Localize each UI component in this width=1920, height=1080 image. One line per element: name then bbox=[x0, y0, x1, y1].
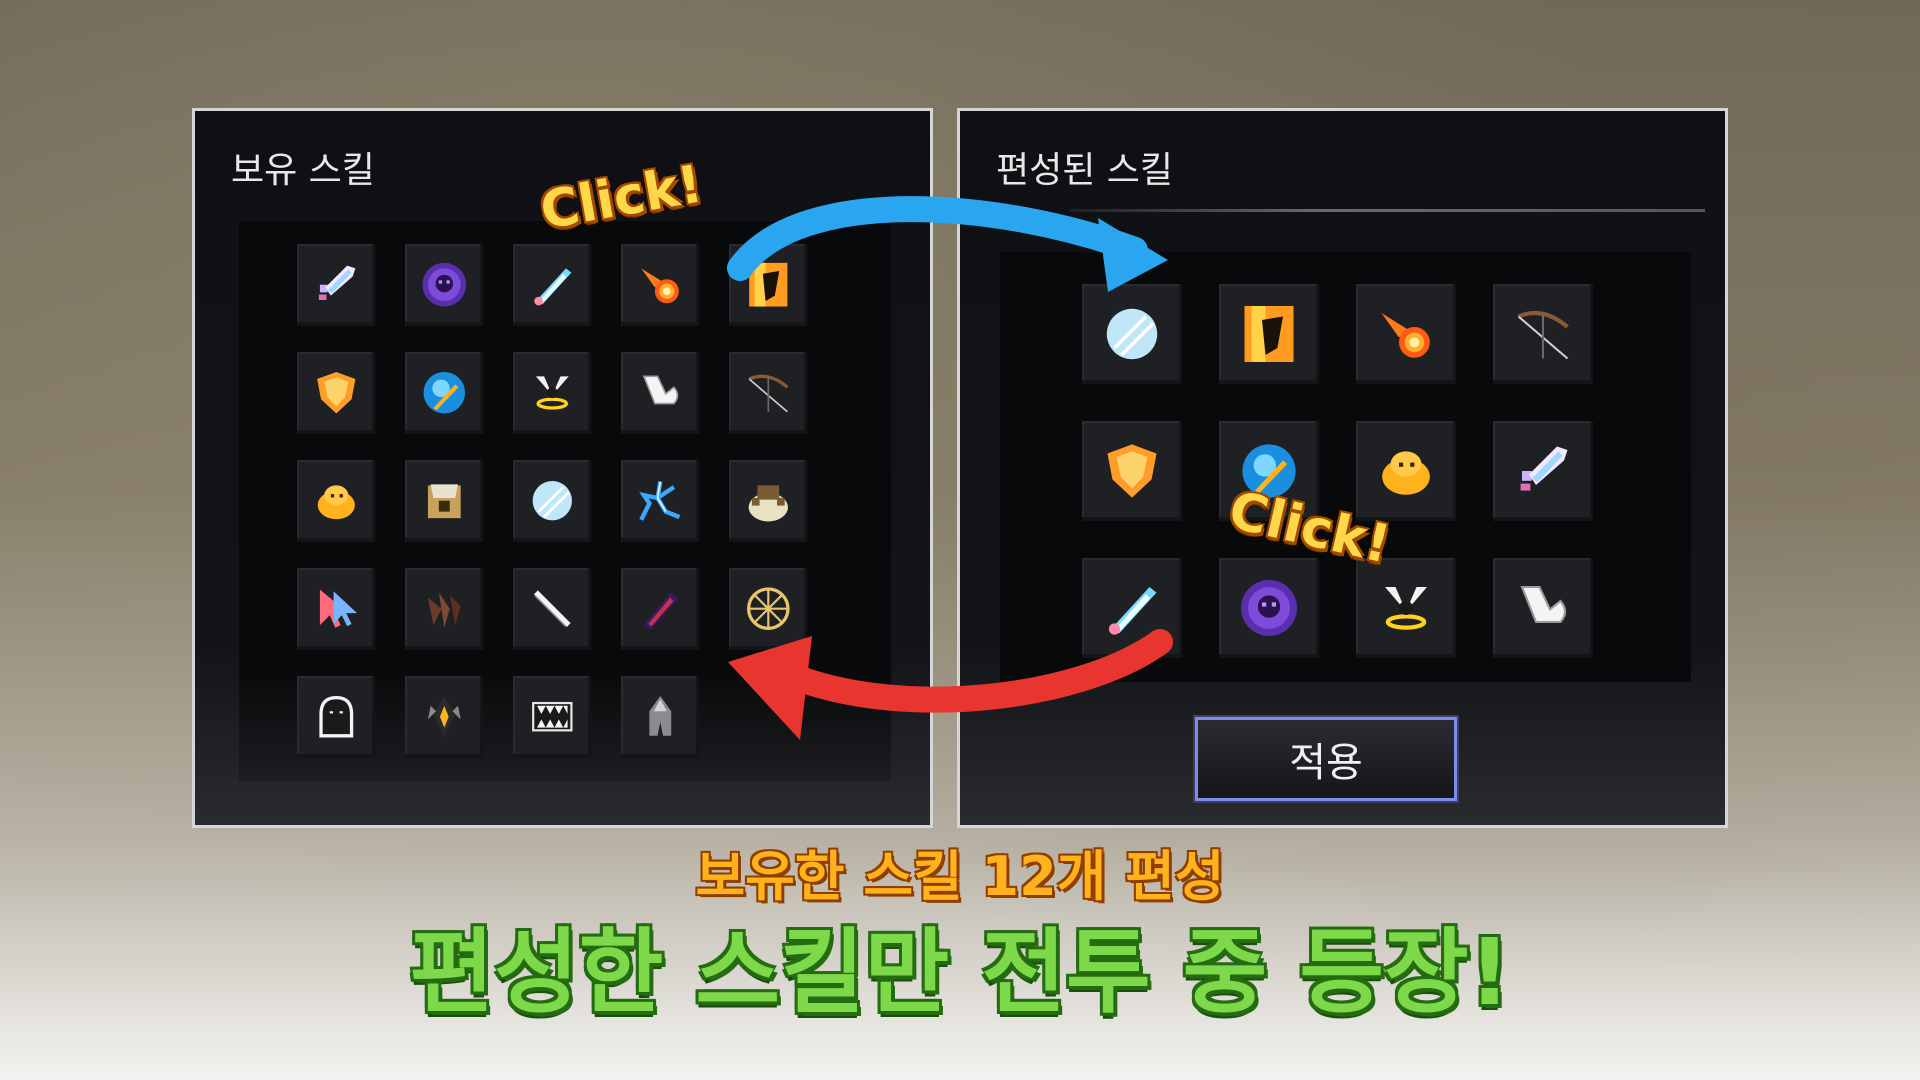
skill-slot[interactable] bbox=[621, 352, 699, 434]
teeth-jaw-icon bbox=[513, 676, 591, 758]
purple-skull-orb-icon bbox=[405, 244, 483, 326]
ghost-outline-icon bbox=[297, 676, 375, 758]
golden-wheel-icon bbox=[729, 568, 807, 650]
skill-slot[interactable] bbox=[405, 352, 483, 434]
apply-button[interactable]: 적용 bbox=[1193, 715, 1459, 803]
skill-slot[interactable] bbox=[621, 244, 699, 326]
skill-slot[interactable] bbox=[297, 244, 375, 326]
skill-slot[interactable] bbox=[513, 676, 591, 758]
skill-slot[interactable] bbox=[1219, 558, 1319, 658]
skill-slot[interactable] bbox=[297, 568, 375, 650]
skill-slot[interactable] bbox=[729, 460, 807, 542]
skill-slot[interactable] bbox=[1493, 421, 1593, 521]
skill-slot[interactable] bbox=[297, 352, 375, 434]
dark-crystal-icon bbox=[621, 568, 699, 650]
golden-blob-icon bbox=[297, 460, 375, 542]
flexed-arm-icon bbox=[621, 352, 699, 434]
skill-slot[interactable] bbox=[405, 244, 483, 326]
skill-slot[interactable] bbox=[1493, 284, 1593, 384]
skill-slot[interactable] bbox=[1082, 421, 1182, 521]
formed-skills-title: 편성된 스킬 bbox=[996, 150, 1174, 191]
owned-skills-title: 보유 스킬 bbox=[231, 150, 375, 191]
skill-slot[interactable] bbox=[621, 568, 699, 650]
dark-fang-icon bbox=[405, 676, 483, 758]
arrow-cursor-icon bbox=[297, 568, 375, 650]
skill-slot[interactable] bbox=[621, 676, 699, 758]
fireball-icon bbox=[621, 244, 699, 326]
skill-slot[interactable] bbox=[513, 568, 591, 650]
lightning-figure-icon bbox=[621, 460, 699, 542]
skill-slot[interactable] bbox=[729, 568, 807, 650]
skill-slot[interactable] bbox=[513, 244, 591, 326]
armored-beast-icon bbox=[405, 460, 483, 542]
fire-pillar-icon bbox=[729, 244, 807, 326]
crossbow-icon bbox=[1493, 284, 1593, 384]
ice-disc-icon bbox=[513, 460, 591, 542]
brown-claw-icon bbox=[405, 568, 483, 650]
pixel-sword-icon bbox=[297, 244, 375, 326]
formed-skills-panel: 편성된 스킬 적용 bbox=[957, 108, 1728, 828]
skill-slot[interactable] bbox=[1082, 284, 1182, 384]
fireball-icon bbox=[1356, 284, 1456, 384]
skill-slot[interactable] bbox=[513, 460, 591, 542]
ice-shard-icon bbox=[1082, 558, 1182, 658]
skill-slot[interactable] bbox=[297, 460, 375, 542]
pixel-sword-icon bbox=[1493, 421, 1593, 521]
skill-slot[interactable] bbox=[297, 676, 375, 758]
skill-slot[interactable] bbox=[729, 244, 807, 326]
crossbow-icon bbox=[729, 352, 807, 434]
skill-slot[interactable] bbox=[405, 460, 483, 542]
purple-skull-orb-icon bbox=[1219, 558, 1319, 658]
caption-headline: 편성한 스킬만 전투 중 등장! bbox=[409, 919, 1511, 1026]
golden-shield-icon bbox=[297, 352, 375, 434]
skill-slot[interactable] bbox=[1082, 558, 1182, 658]
blue-orb-sword-icon bbox=[405, 352, 483, 434]
white-line-icon bbox=[513, 568, 591, 650]
skill-slot[interactable] bbox=[405, 568, 483, 650]
skill-slot[interactable] bbox=[621, 460, 699, 542]
skill-slot[interactable] bbox=[1493, 558, 1593, 658]
skill-slot[interactable] bbox=[1356, 284, 1456, 384]
winged-halo-icon bbox=[513, 352, 591, 434]
ice-disc-icon bbox=[1082, 284, 1182, 384]
golden-blob-icon bbox=[1356, 421, 1456, 521]
flexed-arm-icon bbox=[1493, 558, 1593, 658]
golden-shield-icon bbox=[1082, 421, 1182, 521]
skill-slot[interactable] bbox=[1219, 284, 1319, 384]
skill-slot[interactable] bbox=[513, 352, 591, 434]
hooded-figure-icon bbox=[621, 676, 699, 758]
ice-shard-icon bbox=[513, 244, 591, 326]
title-divider bbox=[1070, 209, 1705, 212]
skill-slot[interactable] bbox=[1356, 421, 1456, 521]
rock-beast-icon bbox=[729, 460, 807, 542]
skill-slot[interactable] bbox=[729, 352, 807, 434]
skill-slot[interactable] bbox=[405, 676, 483, 758]
fire-pillar-icon bbox=[1219, 284, 1319, 384]
